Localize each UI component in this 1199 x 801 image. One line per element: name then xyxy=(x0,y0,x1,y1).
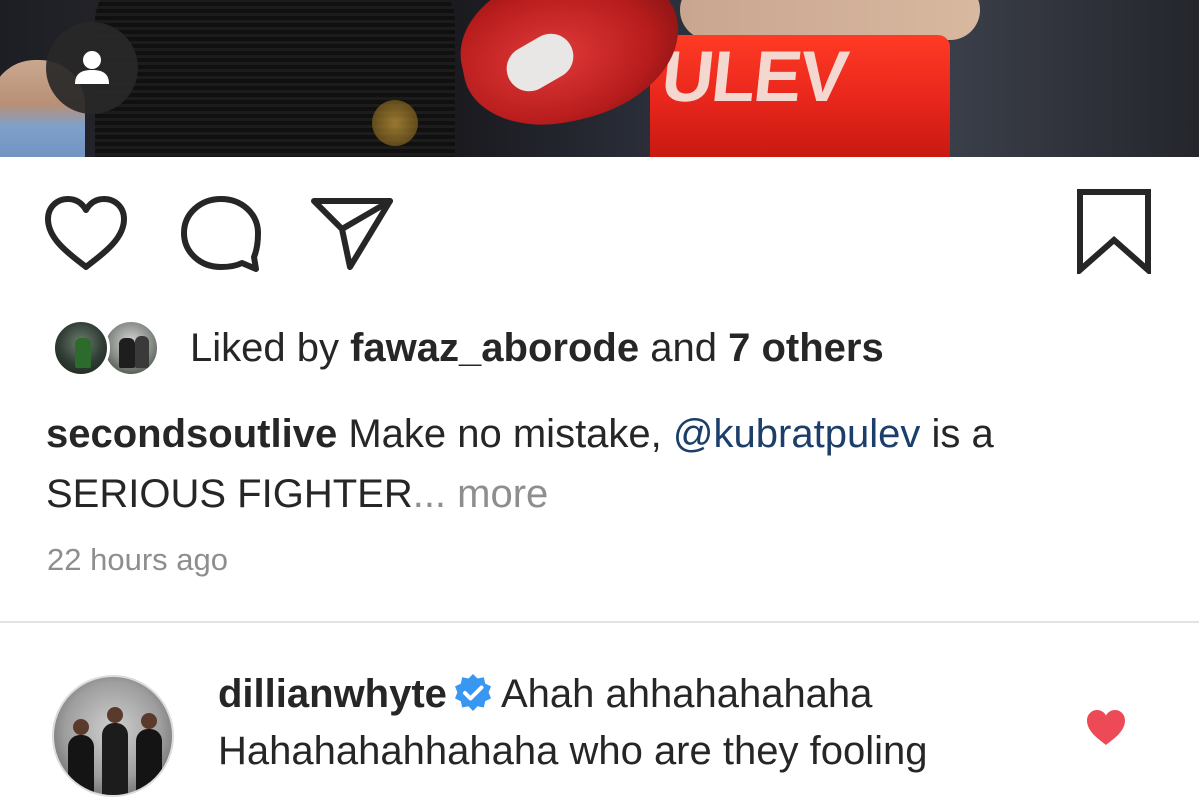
comment-username[interactable]: dillianwhyte xyxy=(218,672,447,716)
bookmark-outline-icon[interactable] xyxy=(1074,188,1154,274)
liker-username[interactable]: fawaz_aborode xyxy=(350,326,639,370)
liker-avatar xyxy=(102,319,160,377)
likes-row[interactable]: Liked by fawaz_aborode and 7 others xyxy=(52,316,884,380)
caption-username[interactable]: secondsoutlive xyxy=(46,412,337,456)
photo-trunks-text: ULEV xyxy=(657,37,851,117)
post-photo[interactable]: ULEV xyxy=(0,0,1199,157)
verified-badge-icon xyxy=(454,674,491,711)
photo-belt-logo xyxy=(372,100,418,146)
caption-more-link[interactable]: more xyxy=(457,472,548,516)
tagged-people-button[interactable] xyxy=(46,22,138,114)
likes-prefix: Liked by xyxy=(190,326,339,370)
liker-avatars xyxy=(52,316,164,380)
person-icon xyxy=(75,51,109,84)
commenter-avatar[interactable] xyxy=(52,675,174,797)
post-caption: secondsoutlive Make no mistake, @kubratp… xyxy=(46,404,1156,524)
caption-text-before: Make no mistake, xyxy=(348,412,662,456)
divider xyxy=(0,621,1199,623)
caption-mention[interactable]: @kubratpulev xyxy=(673,412,920,456)
comment-bubble-icon[interactable] xyxy=(180,195,262,273)
likes-joiner: and xyxy=(650,326,717,370)
likes-summary[interactable]: Liked by fawaz_aborode and 7 others xyxy=(190,324,884,372)
likes-others-link[interactable]: 7 others xyxy=(728,326,884,370)
heart-outline-icon[interactable] xyxy=(44,195,128,273)
caption-ellipsis: ... xyxy=(412,472,447,516)
liker-avatar xyxy=(52,319,110,377)
heart-filled-icon[interactable] xyxy=(1085,708,1127,748)
photo-arm xyxy=(680,0,980,40)
post-timestamp: 22 hours ago xyxy=(47,542,228,577)
paper-plane-icon[interactable] xyxy=(310,193,394,271)
comment: dillianwhyte Ahah ahhahahahaha Hahahahah… xyxy=(218,666,1078,780)
